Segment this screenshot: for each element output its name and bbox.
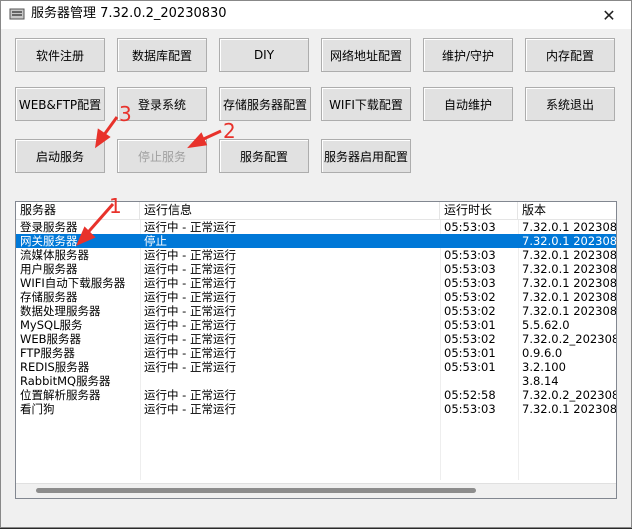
arrow-icon	[76, 203, 115, 246]
arrow-icon	[187, 129, 222, 149]
annotation-number: 1	[109, 194, 122, 218]
annotation-number: 3	[119, 102, 132, 126]
annotation-number: 2	[223, 119, 236, 143]
annotation-layer	[76, 116, 222, 246]
server-manager-window: 服务器管理 7.32.0.2_20230830 ✕ 软件注册 数据库配置 DIY…	[0, 0, 632, 528]
arrow-icon	[95, 116, 119, 149]
